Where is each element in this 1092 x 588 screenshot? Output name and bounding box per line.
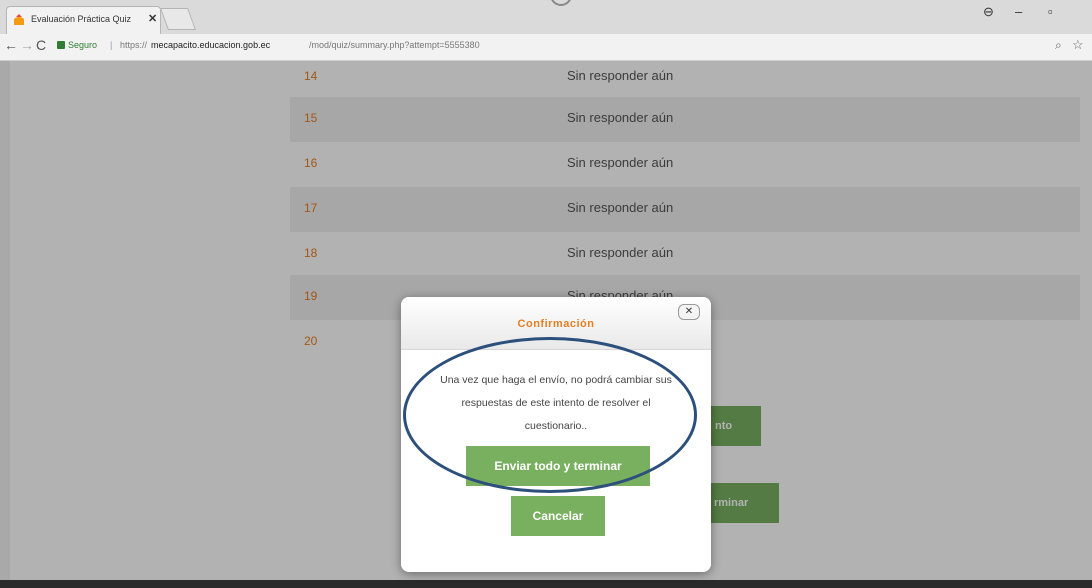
cancel-button[interactable]: Cancelar <box>511 496 605 536</box>
url-path[interactable]: /mod/quiz/summary.php?attempt=5555380 <box>309 40 480 50</box>
user-account-icon[interactable]: ⊖ <box>983 4 994 20</box>
secure-label: Seguro <box>68 40 98 50</box>
url-scheme[interactable]: https:// <box>120 40 147 50</box>
browser-tab[interactable]: Evaluación Práctica Quiz ✕ <box>6 6 161 34</box>
annotation-ellipse <box>403 337 697 493</box>
reload-icon[interactable]: C <box>36 37 46 53</box>
browser-tab-bar: Evaluación Práctica Quiz ✕ ⊖ – ▫ <box>0 0 1092 34</box>
lock-icon <box>57 41 65 49</box>
url-host[interactable]: mecapacito.educacion.gob.ec <box>151 40 270 50</box>
new-tab-button[interactable] <box>159 8 197 30</box>
close-icon[interactable]: ✕ <box>678 304 700 320</box>
maximize-button[interactable]: ▫ <box>1048 4 1053 19</box>
moodle-favicon-icon <box>14 14 24 25</box>
back-arrow-icon[interactable]: ← <box>4 37 18 53</box>
profile-arc-icon <box>550 0 572 6</box>
minimize-button[interactable]: – <box>1015 4 1022 19</box>
forward-arrow-icon[interactable]: → <box>20 37 34 53</box>
zoom-icon[interactable]: ⌕ <box>1055 38 1062 53</box>
tab-close-icon[interactable]: ✕ <box>148 12 157 25</box>
left-edge-bar <box>0 61 10 588</box>
bottom-bar <box>0 580 1092 588</box>
url-separator: | <box>110 40 113 50</box>
bookmark-star-icon[interactable]: ☆ <box>1072 37 1084 53</box>
dialog-title: Confirmación <box>517 318 595 330</box>
tab-title: Evaluación Práctica Quiz <box>31 14 132 24</box>
